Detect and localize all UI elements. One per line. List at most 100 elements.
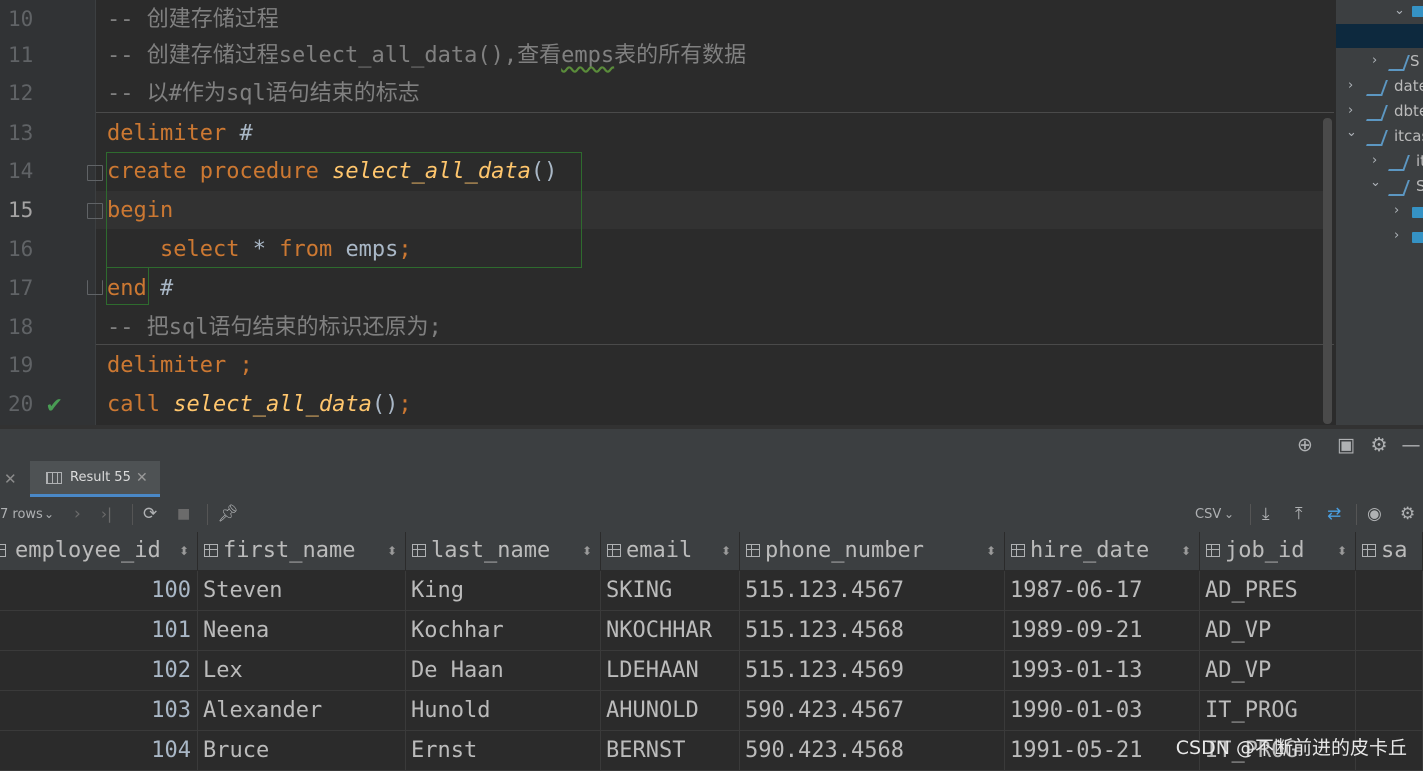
table-cell-hire-date[interactable]: 1993-01-13 <box>1005 651 1200 691</box>
table-cell-phone-number[interactable]: 515.123.4568 <box>740 611 1005 651</box>
table-cell-last-name[interactable]: King <box>406 571 601 611</box>
chevron-right-icon[interactable]: › <box>1394 203 1399 218</box>
next-page-icon[interactable]: › <box>74 497 81 532</box>
table-cell-first-name[interactable]: Neena <box>198 611 406 651</box>
code-line[interactable]: 20call select_all_data(); <box>0 385 1336 424</box>
tree-item[interactable]: S <box>1416 174 1423 198</box>
table-cell-job-id[interactable]: IT_PROG <box>1200 691 1356 731</box>
table-cell-hire-date[interactable]: 1989-09-21 <box>1005 611 1200 651</box>
eye-icon[interactable]: ◉ <box>1367 497 1382 532</box>
sort-icon[interactable]: ⬍ <box>179 532 189 570</box>
code-line[interactable]: 12-- 以#作为sql语句结束的标志 <box>0 74 1336 113</box>
refresh-icon[interactable]: ⟳ <box>143 497 157 532</box>
table-cell-last-name[interactable]: Hunold <box>406 691 601 731</box>
table-cell-first-name[interactable]: Steven <box>198 571 406 611</box>
editor-scrollbar[interactable] <box>1323 118 1332 424</box>
table-cell-phone-number[interactable]: 515.123.4569 <box>740 651 1005 691</box>
last-page-icon[interactable]: ›| <box>101 497 112 532</box>
export-format-select[interactable]: CSV <box>1195 497 1221 532</box>
chevron-right-icon[interactable]: › <box>1394 228 1399 243</box>
code-text[interactable]: end # <box>107 269 173 308</box>
table-cell-sa[interactable] <box>1356 611 1423 651</box>
code-text[interactable]: -- 把sql语句结束的标识还原为; <box>107 308 442 347</box>
code-text[interactable]: select * from emps; <box>107 230 412 269</box>
chevron-down-icon[interactable]: ⌄ <box>1224 497 1234 532</box>
code-line[interactable]: 10-- 创建存储过程 <box>0 0 1336 39</box>
table-cell-last-name[interactable]: De Haan <box>406 651 601 691</box>
chevron-right-icon[interactable]: › <box>1348 103 1353 118</box>
chevron-down-icon[interactable]: ⌄ <box>1346 125 1357 140</box>
tree-item[interactable]: date <box>1394 74 1423 98</box>
tab-result[interactable]: Result 55 ✕ <box>30 461 160 497</box>
crosshair-icon[interactable]: ⊕ <box>1292 429 1318 461</box>
table-cell-hire-date[interactable]: 1990-01-03 <box>1005 691 1200 731</box>
code-line[interactable]: 16 select * from emps; <box>0 230 1336 269</box>
code-line[interactable]: 15begin <box>0 191 1336 230</box>
sort-icon[interactable]: ⬍ <box>1337 532 1347 570</box>
table-cell-sa[interactable] <box>1356 571 1423 611</box>
column-header-last-name[interactable]: last_name⬍ <box>406 532 601 570</box>
table-cell-sa[interactable] <box>1356 691 1423 731</box>
tree-item[interactable]: it <box>1416 149 1423 173</box>
code-line[interactable]: 19delimiter ; <box>0 346 1336 385</box>
download-icon[interactable]: ⤓ <box>1262 497 1270 532</box>
column-header-first-name[interactable]: first_name⬍ <box>198 532 406 570</box>
gear-icon[interactable]: ⚙ <box>1400 497 1415 532</box>
chevron-right-icon[interactable]: › <box>1348 78 1353 93</box>
compare-icon[interactable]: ⇄ <box>1327 497 1341 532</box>
database-tree-panel[interactable]: ⌄ › S › date › dbte ⌄ itcas › it ⌄ S › › <box>1336 0 1423 425</box>
table-cell-employee-id[interactable]: 103 <box>0 691 198 731</box>
table-row[interactable]: 103AlexanderHunoldAHUNOLD590.423.4567199… <box>0 691 1423 731</box>
column-header-job-id[interactable]: job_id⬍ <box>1200 532 1356 570</box>
table-cell-hire-date[interactable]: 1987-06-17 <box>1005 571 1200 611</box>
tree-item[interactable]: dbte <box>1394 99 1423 123</box>
table-cell-email[interactable]: AHUNOLD <box>601 691 740 731</box>
sort-icon[interactable]: ⬍ <box>986 532 996 570</box>
table-cell-employee-id[interactable]: 101 <box>0 611 198 651</box>
table-cell-job-id[interactable]: AD_VP <box>1200 651 1356 691</box>
column-header-employee-id[interactable]: employee_id⬍ <box>0 532 198 570</box>
fold-marker[interactable] <box>87 280 103 295</box>
code-text[interactable]: -- 创建存储过程 <box>107 0 279 39</box>
table-cell-employee-id[interactable]: 104 <box>0 731 198 771</box>
table-cell-sa[interactable] <box>1356 651 1423 691</box>
column-header-sa[interactable]: sa <box>1356 532 1423 570</box>
table-row[interactable]: 100StevenKingSKING515.123.45671987-06-17… <box>0 571 1423 611</box>
table-cell-first-name[interactable]: Alexander <box>198 691 406 731</box>
table-cell-email[interactable]: BERNST <box>601 731 740 771</box>
sort-icon[interactable]: ⬍ <box>1181 532 1191 570</box>
table-row[interactable]: 101NeenaKochharNKOCHHAR515.123.45681989-… <box>0 611 1423 651</box>
code-line[interactable]: 13delimiter # <box>0 114 1336 153</box>
close-icon[interactable]: ✕ <box>136 461 148 495</box>
table-cell-employee-id[interactable]: 102 <box>0 651 198 691</box>
code-text[interactable]: -- 以#作为sql语句结束的标志 <box>107 74 420 113</box>
code-line[interactable]: 11-- 创建存储过程select_all_data(),查看emps表的所有数… <box>0 36 1336 75</box>
tree-item[interactable]: S <box>1410 49 1420 73</box>
code-line[interactable]: 17end # <box>0 269 1336 308</box>
code-text[interactable]: -- 创建存储过程select_all_data(),查看emps表的所有数据 <box>107 36 746 75</box>
table-cell-first-name[interactable]: Lex <box>198 651 406 691</box>
chevron-right-icon[interactable]: › <box>1372 153 1377 168</box>
chevron-down-icon[interactable]: ⌄ <box>1394 3 1405 18</box>
fold-marker[interactable] <box>87 165 103 181</box>
column-header-phone-number[interactable]: phone_number⬍ <box>740 532 1005 570</box>
close-icon[interactable]: ✕ <box>4 461 17 497</box>
column-header-email[interactable]: email⬍ <box>601 532 740 570</box>
pin-icon[interactable]: 📌︎ <box>217 497 239 532</box>
table-cell-phone-number[interactable]: 515.123.4567 <box>740 571 1005 611</box>
table-row[interactable]: 102LexDe HaanLDEHAAN515.123.45691993-01-… <box>0 651 1423 691</box>
row-count[interactable]: 7 rows <box>0 497 43 532</box>
code-text[interactable]: create procedure select_all_data() <box>107 152 557 191</box>
table-cell-hire-date[interactable]: 1991-05-21 <box>1005 731 1200 771</box>
table-cell-last-name[interactable]: Ernst <box>406 731 601 771</box>
table-cell-job-id[interactable]: AD_PRES <box>1200 571 1356 611</box>
table-cell-email[interactable]: LDEHAAN <box>601 651 740 691</box>
minimize-icon[interactable]: — <box>1398 429 1423 461</box>
code-line[interactable]: 18-- 把sql语句结束的标识还原为; <box>0 308 1336 347</box>
code-text[interactable]: call select_all_data(); <box>107 385 412 424</box>
code-text[interactable]: delimiter ; <box>107 346 253 385</box>
upload-icon[interactable]: ⤒ <box>1295 497 1303 532</box>
fold-marker[interactable] <box>87 203 103 219</box>
chevron-right-icon[interactable]: › <box>1372 53 1377 68</box>
table-cell-last-name[interactable]: Kochhar <box>406 611 601 651</box>
